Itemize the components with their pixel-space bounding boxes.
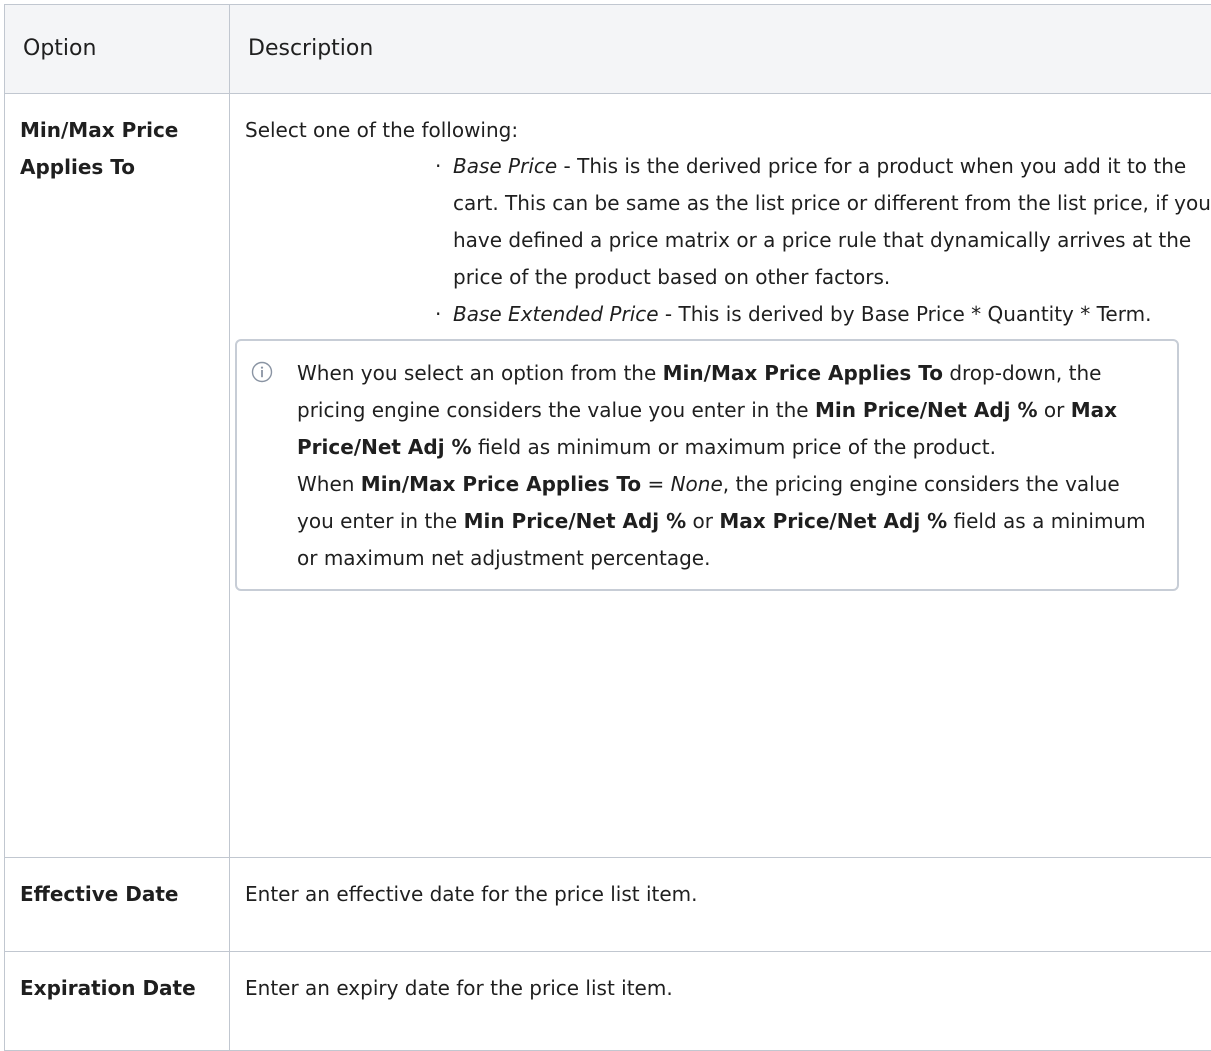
- info-note-panel: When you select an option from the Min/M…: [235, 339, 1179, 591]
- option-expiration-date: Expiration Date: [5, 952, 230, 1051]
- list-item: · Base Price - This is the derived price…: [435, 148, 1211, 296]
- choice-text: - This is the derived price for a produc…: [453, 154, 1211, 289]
- table-row: Min/Max Price Applies To Select one of t…: [5, 94, 1211, 858]
- choice-list: · Base Price - This is the derived price…: [245, 148, 1211, 333]
- choice-term: Base Price: [453, 154, 557, 178]
- bullet-icon: ·: [435, 296, 441, 333]
- table-row: Expiration Date Enter an expiry date for…: [5, 952, 1211, 1051]
- bullet-icon: ·: [435, 148, 441, 185]
- table-row: Effective Date Enter an effective date f…: [5, 858, 1211, 952]
- table-header-row: Option Description: [5, 5, 1211, 94]
- options-table: Option Description Min/Max Price Applies…: [4, 4, 1211, 1051]
- header-option: Option: [5, 5, 230, 94]
- description-effective-date: Enter an effective date for the price li…: [230, 858, 1211, 952]
- list-item: · Base Extended Price - This is derived …: [435, 296, 1211, 333]
- description-intro: Select one of the following:: [245, 112, 1208, 148]
- choice-term: Base Extended Price: [453, 302, 659, 326]
- info-icon: [251, 361, 273, 383]
- description-expiration-date: Enter an expiry date for the price list …: [230, 952, 1211, 1051]
- option-min-max-price-applies-to: Min/Max Price Applies To: [5, 94, 230, 858]
- note-paragraph-2: When Min/Max Price Applies To = None, th…: [297, 466, 1157, 577]
- choice-text: - This is derived by Base Price * Quanti…: [659, 302, 1152, 326]
- header-description: Description: [230, 5, 1211, 94]
- option-effective-date: Effective Date: [5, 858, 230, 952]
- note-paragraph-1: When you select an option from the Min/M…: [297, 355, 1157, 466]
- description-cell: Select one of the following: · Base Pric…: [230, 94, 1211, 858]
